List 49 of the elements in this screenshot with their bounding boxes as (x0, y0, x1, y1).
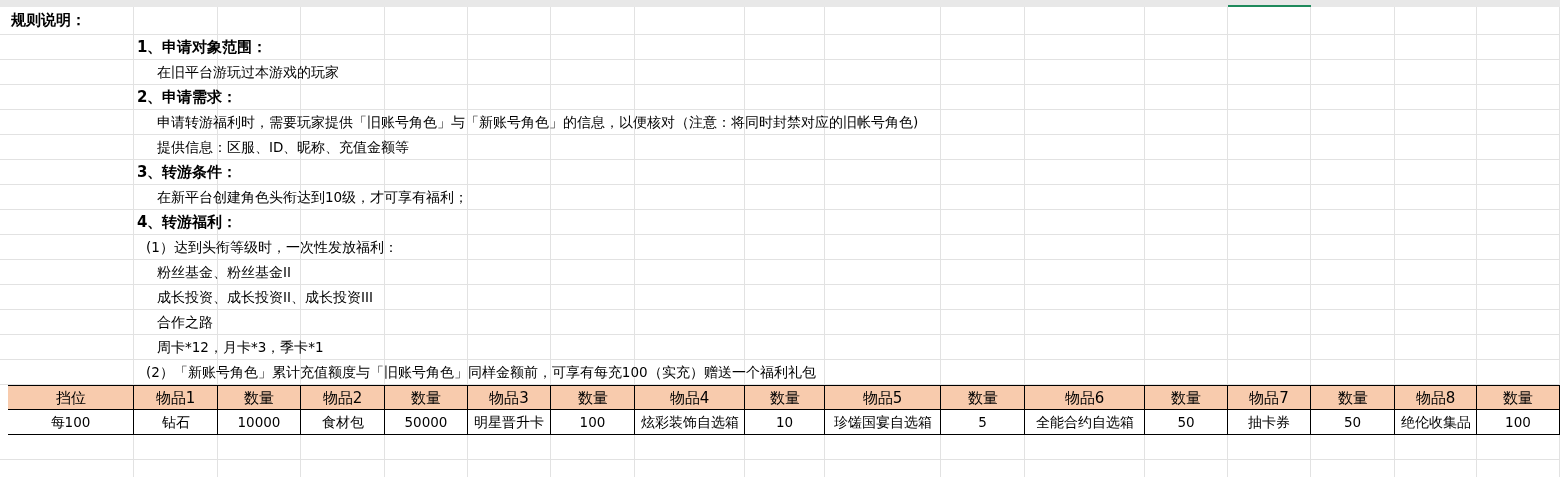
table-cell: 食材包 (301, 410, 385, 435)
table-cell: 100 (1477, 410, 1560, 435)
section-heading: 2、申请需求： (136, 86, 238, 108)
table-header-cell: 物品5 (825, 385, 941, 410)
table-cell: 炫彩装饰自选箱 (635, 410, 745, 435)
section-heading: 3、转游条件： (136, 161, 238, 183)
rule-text: 成长投资、成长投资II、成长投资III (156, 287, 373, 307)
table-cell: 50 (1145, 410, 1228, 435)
section-heading: 4、转游福利： (136, 211, 238, 233)
table-header-cell: 物品1 (134, 385, 218, 410)
table-cell: 5 (941, 410, 1025, 435)
section-heading: 1、申请对象范围： (136, 36, 268, 58)
table-cell: 50000 (385, 410, 468, 435)
table-header-cell: 物品3 (468, 385, 551, 410)
table-cell: 100 (551, 410, 635, 435)
rule-text: 粉丝基金、粉丝基金II (156, 262, 291, 282)
table-cell: 钻石 (134, 410, 218, 435)
table-cell: 每100 (8, 410, 134, 435)
table-cell: 珍馐国宴自选箱 (825, 410, 941, 435)
table-header-cell: 物品4 (635, 385, 745, 410)
table-header-cell: 数量 (1311, 385, 1395, 410)
rule-text: 周卡*12，月卡*3，季卡*1 (156, 337, 324, 357)
table-header-cell: 物品6 (1025, 385, 1145, 410)
table-cell: 绝伦收集品 (1395, 410, 1477, 435)
table-header-cell: 挡位 (8, 385, 134, 410)
rule-text: 合作之路 (156, 312, 213, 332)
table-cell: 明星晋升卡 (468, 410, 551, 435)
table-cell: 50 (1311, 410, 1395, 435)
table-header-cell: 数量 (745, 385, 825, 410)
rules-title: 规则说明： (11, 10, 86, 32)
rule-text: 申请转游福利时，需要玩家提供「旧账号角色」与「新账号角色」的信息，以便核对（注意：将同时封禁对应的旧帐号角色) (156, 112, 919, 132)
table-header-cell: 数量 (385, 385, 468, 410)
rule-text: 在新平台创建角色头衔达到10级，才可享有福利； (156, 187, 469, 207)
table-header-cell: 物品2 (301, 385, 385, 410)
table-cell: 10000 (218, 410, 301, 435)
table-header-cell: 数量 (1477, 385, 1560, 410)
table-header-cell: 数量 (551, 385, 635, 410)
table-header-cell: 数量 (1145, 385, 1228, 410)
rule-text: (1）达到头衔等级时，一次性发放福利： (145, 237, 398, 257)
rule-text: 在旧平台游玩过本游戏的玩家 (156, 62, 339, 82)
table-cell: 抽卡券 (1228, 410, 1311, 435)
table-header-cell: 物品8 (1395, 385, 1477, 410)
rule-text: 提供信息：区服、ID、昵称、充值金额等 (156, 137, 410, 157)
rule-text: (2）「新账号角色」累计充值额度与「旧账号角色」同样金额前，可享有每充100（实充）赠送一个福利礼包 (145, 362, 816, 382)
table-header-cell: 数量 (218, 385, 301, 410)
table-cell: 10 (745, 410, 825, 435)
table-header-cell: 数量 (941, 385, 1025, 410)
table-cell: 全能合约自选箱 (1025, 410, 1145, 435)
table-header-cell: 物品7 (1228, 385, 1311, 410)
